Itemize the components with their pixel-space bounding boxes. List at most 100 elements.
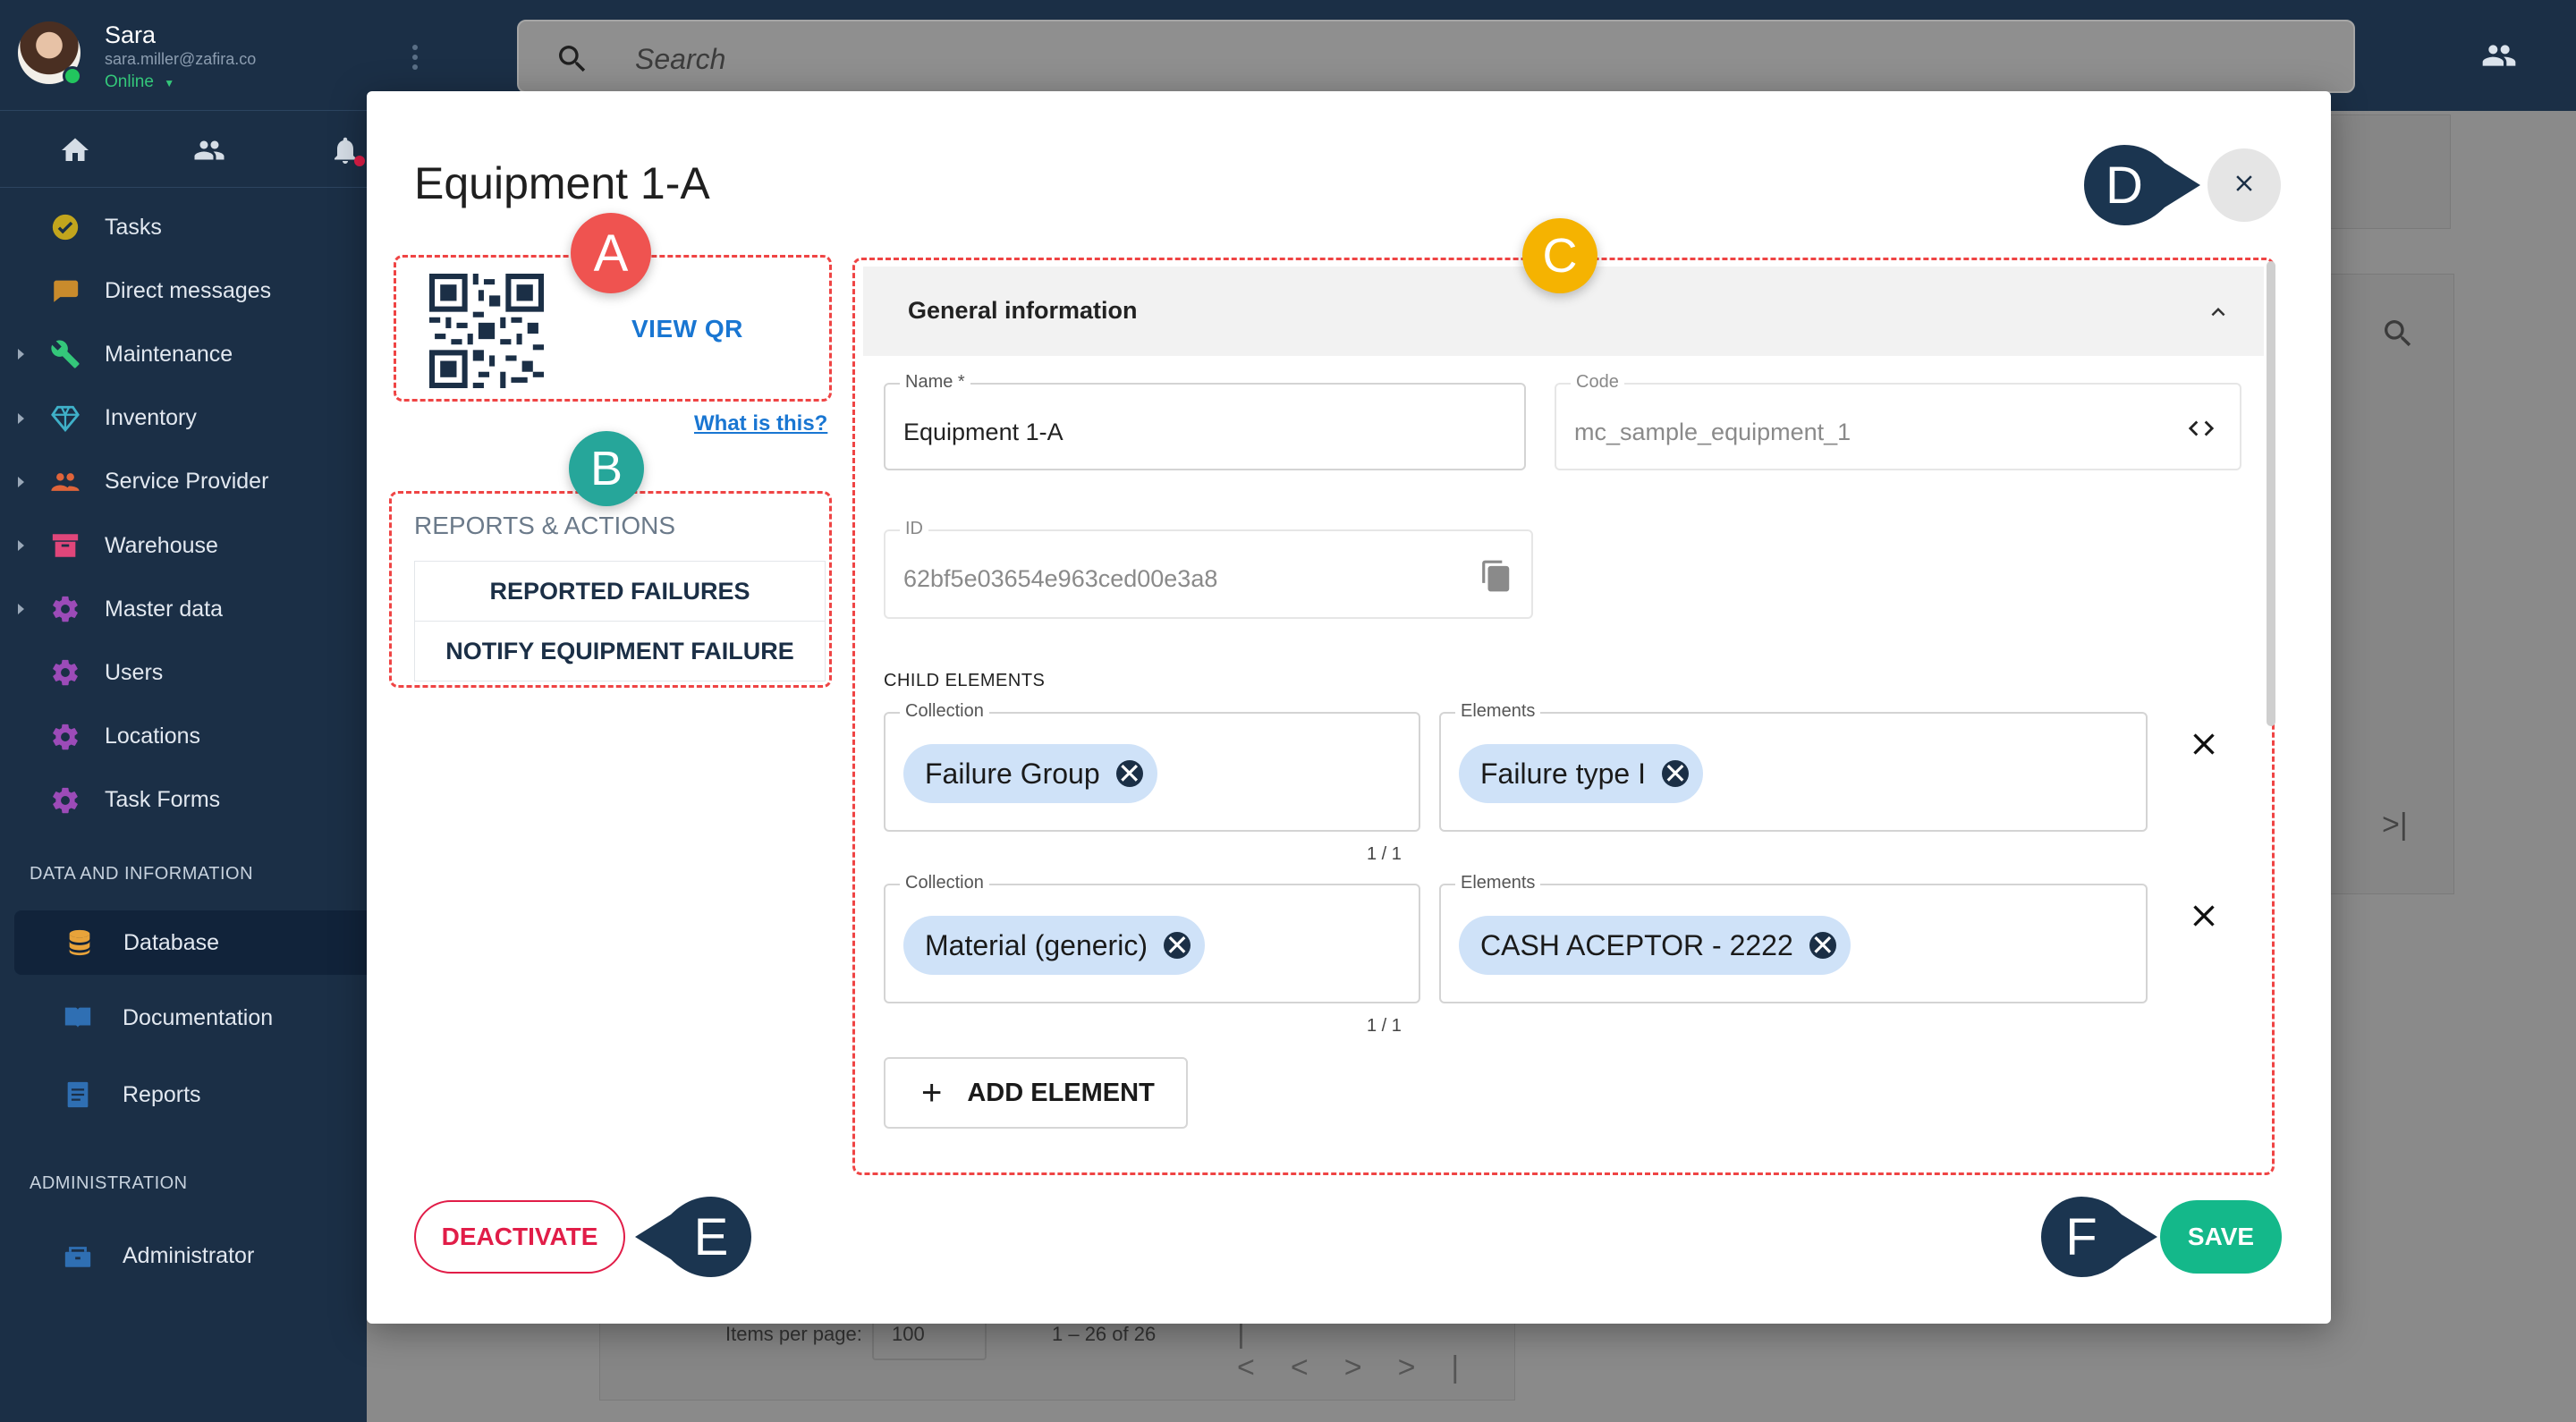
expand-arrow-icon[interactable]	[18, 540, 24, 551]
sidebar-item-documentation[interactable]: Documentation	[0, 991, 367, 1045]
callout-letter: A	[593, 224, 629, 283]
user-name: Sara	[105, 21, 157, 48]
sidebar-item-label: Direct messages	[105, 277, 272, 303]
items-per-page-value: 100	[892, 1323, 925, 1345]
collection-field[interactable]: Collection Material (generic) ✕	[884, 873, 1420, 1003]
sidebar-item-label: Maintenance	[105, 341, 233, 367]
notify-equipment-failure-button[interactable]: NOTIFY EQUIPMENT FAILURE	[414, 621, 826, 681]
view-qr-button[interactable]: VIEW QR	[631, 315, 743, 343]
user-email: sara.miller@zafira.co	[105, 50, 257, 68]
sidebar-item-label: Administrator	[123, 1242, 255, 1268]
elements-field[interactable]: Elements Failure type I ✕	[1439, 701, 2148, 832]
sidebar-item-master-data[interactable]: Master data	[0, 582, 367, 636]
id-field-label: ID	[900, 519, 928, 539]
search-bar[interactable]: Search	[517, 20, 2355, 93]
bell-icon[interactable]	[326, 131, 365, 170]
qr-code-icon	[429, 274, 544, 388]
chip-label: CASH ACEPTOR - 2222	[1480, 928, 1793, 961]
collection-field[interactable]: Collection Failure Group ✕	[884, 701, 1420, 832]
name-field[interactable]: Name * Equipment 1-A	[884, 372, 1526, 470]
search-input[interactable]: Search	[635, 43, 725, 76]
name-field-value: Equipment 1-A	[903, 419, 1063, 445]
sidebar-item-database[interactable]: Database	[14, 910, 367, 975]
user-status-label: Online	[105, 72, 154, 91]
chevron-up-icon[interactable]	[2205, 299, 2232, 330]
child-elements-label: CHILD ELEMENTS	[884, 671, 1046, 690]
sidebar-item-label: Service Provider	[105, 469, 269, 495]
chip-label: Material (generic)	[925, 928, 1148, 961]
callout-letter: B	[589, 442, 623, 495]
sidebar-item-service-provider[interactable]: Service Provider	[0, 455, 367, 509]
team-icon[interactable]	[2478, 38, 2521, 78]
panel-title: General information	[908, 297, 1138, 324]
sidebar-item-label: Inventory	[105, 405, 197, 431]
callout-badge-e: E	[635, 1197, 751, 1277]
people-icon[interactable]	[190, 131, 229, 170]
sidebar-item-locations[interactable]: Locations	[0, 710, 367, 764]
chip-remove-icon[interactable]: ✕	[1661, 758, 1689, 790]
remove-row-button[interactable]	[2182, 723, 2225, 766]
sidebar-item-reports[interactable]: Reports	[0, 1068, 367, 1122]
sidebar-toggle-icon[interactable]	[411, 45, 419, 77]
sidebar-item-tasks[interactable]: Tasks	[0, 200, 367, 254]
sidebar-item-inventory[interactable]: Inventory	[0, 392, 367, 445]
expand-arrow-icon[interactable]	[18, 349, 24, 360]
people-icon	[50, 467, 80, 497]
gear-icon	[50, 722, 80, 752]
sidebar-item-users[interactable]: Users	[0, 646, 367, 699]
sidebar-item-task-forms[interactable]: Task Forms	[0, 774, 367, 827]
row-counter: 1 / 1	[1367, 1016, 1402, 1036]
background-search-icon	[2380, 316, 2416, 356]
diamond-icon	[50, 403, 80, 434]
book-icon	[63, 1003, 93, 1033]
add-element-button[interactable]: + ADD ELEMENT	[884, 1057, 1188, 1129]
callout-badge-c: C	[1522, 218, 1597, 293]
user-status-dropdown[interactable]: Online ▼	[105, 72, 174, 92]
row-counter: 1 / 1	[1367, 844, 1402, 864]
element-chip: CASH ACEPTOR - 2222 ✕	[1459, 916, 1851, 975]
close-button[interactable]	[2207, 148, 2281, 222]
sidebar-item-warehouse[interactable]: Warehouse	[0, 519, 367, 572]
callout-badge-f: F	[2041, 1197, 2157, 1277]
database-icon	[64, 927, 95, 958]
sidebar-item-label: Warehouse	[105, 532, 218, 558]
gear-icon	[50, 657, 80, 688]
collection-chip: Failure Group ✕	[903, 744, 1157, 803]
sidebar-item-direct-messages[interactable]: Direct messages	[0, 264, 367, 317]
close-icon	[2193, 733, 2215, 755]
equipment-dialog: Equipment 1-A VIEW QR What is this? REPO…	[367, 91, 2331, 1324]
copy-icon[interactable]	[1479, 558, 1513, 598]
expand-arrow-icon[interactable]	[18, 412, 24, 424]
sidebar-item-label: Users	[105, 659, 164, 685]
wrench-icon	[50, 339, 80, 369]
items-per-page-label: Items per page:	[725, 1323, 862, 1345]
sidebar-item-administrator[interactable]: Administrator	[0, 1229, 367, 1282]
deactivate-button[interactable]: DEACTIVATE	[414, 1200, 625, 1274]
chip-remove-icon[interactable]: ✕	[1163, 929, 1191, 961]
user-profile[interactable]: Sara sara.miller@zafira.co Online ▼	[0, 0, 377, 111]
expand-arrow-icon[interactable]	[18, 476, 24, 487]
archive-box-icon	[50, 530, 80, 561]
expand-arrow-icon[interactable]	[18, 604, 24, 615]
sidebar-item-label: Task Forms	[105, 787, 221, 813]
chip-remove-icon[interactable]: ✕	[1809, 929, 1836, 961]
id-field[interactable]: ID 62bf5e03654e963ced00e3a8	[884, 519, 1533, 619]
collection-chip: Material (generic) ✕	[903, 916, 1205, 975]
remove-row-button[interactable]	[2182, 894, 2225, 937]
elements-field[interactable]: Elements CASH ACEPTOR - 2222 ✕	[1439, 873, 2148, 1003]
reported-failures-button[interactable]: REPORTED FAILURES	[414, 561, 826, 622]
what-is-this-link[interactable]: What is this?	[694, 411, 827, 436]
code-field[interactable]: Code mc_sample_equipment_1	[1555, 372, 2241, 470]
panel-scrollbar[interactable]	[2267, 261, 2275, 726]
save-button[interactable]: SAVE	[2160, 1200, 2282, 1274]
chip-remove-icon[interactable]: ✕	[1115, 758, 1143, 790]
elements-field-label: Elements	[1455, 701, 1541, 722]
home-icon[interactable]	[55, 131, 95, 170]
online-status-dot	[63, 66, 82, 86]
sidebar-item-maintenance[interactable]: Maintenance	[0, 327, 367, 381]
code-brackets-icon[interactable]	[2186, 413, 2216, 448]
collection-field-label: Collection	[900, 873, 989, 893]
callout-letter: C	[1542, 229, 1578, 283]
dialog-title: Equipment 1-A	[414, 158, 710, 208]
add-element-label: ADD ELEMENT	[967, 1078, 1155, 1107]
